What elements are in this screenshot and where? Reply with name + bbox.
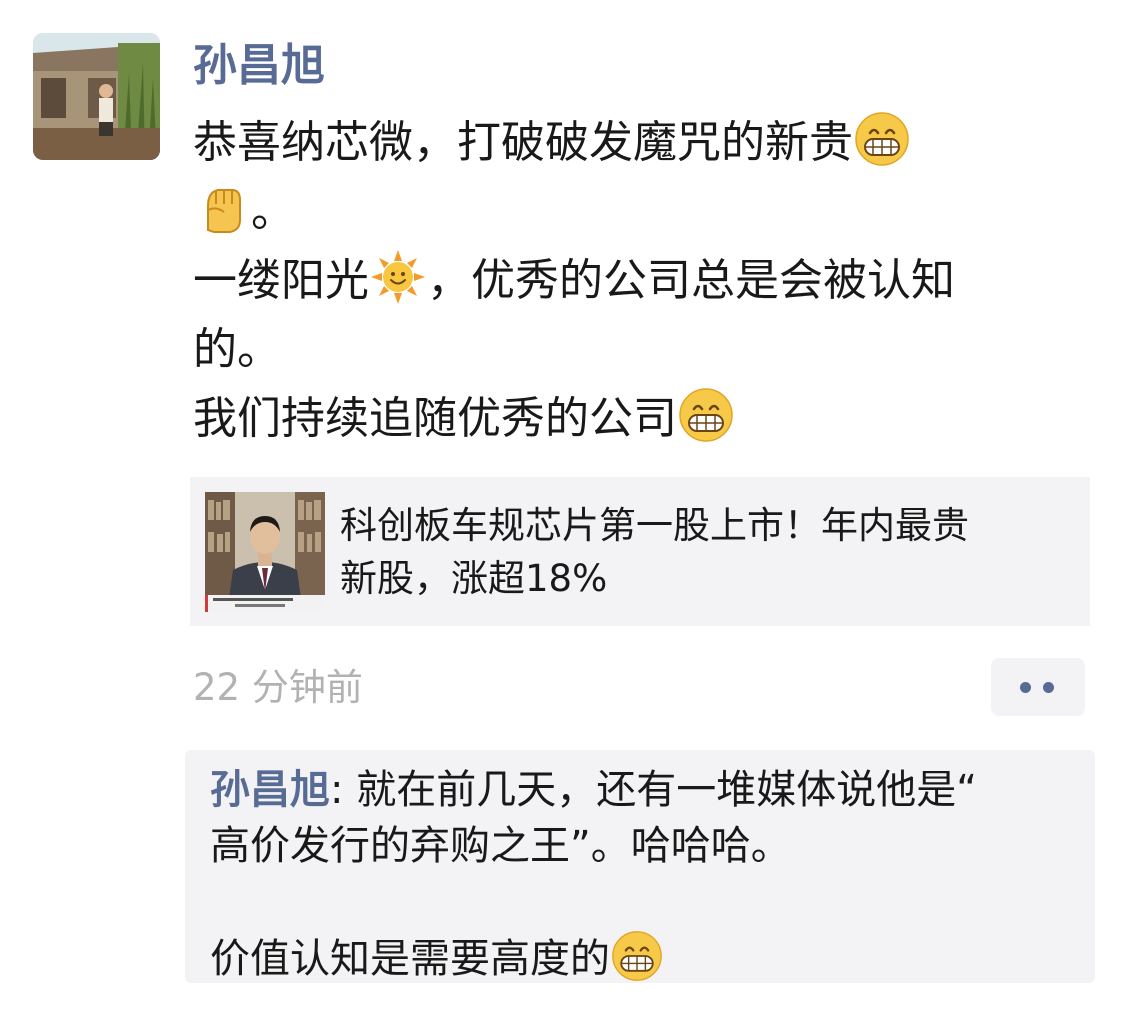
post-text-segment: 。 bbox=[251, 186, 295, 237]
comments-section: 孙昌旭: 就在前几天，还有一堆媒体说他是“ 高价发行的弃购之王”。哈哈哈。 价值… bbox=[185, 750, 1095, 983]
comment-line: 价值认知是需要高度的 bbox=[210, 930, 1080, 986]
grin-emoji bbox=[678, 387, 734, 443]
post-text-segment: 一缕阳光 bbox=[193, 255, 369, 306]
post-line: 一缕阳光 ，优秀的公司总是会被认知 bbox=[193, 246, 1093, 315]
avatar-photo bbox=[33, 33, 160, 160]
avatar[interactable] bbox=[33, 33, 160, 160]
comment-blank-line bbox=[210, 874, 1080, 930]
comment[interactable]: 孙昌旭: 就在前几天，还有一堆媒体说他是“ 高价发行的弃购之王”。哈哈哈。 价值… bbox=[210, 762, 1080, 986]
link-title: 科创板车规芯片第一股上市！年内最贵 新股，涨超18% bbox=[340, 499, 1075, 605]
shared-link-card[interactable]: 科创板车规芯片第一股上市！年内最贵 新股，涨超18% bbox=[190, 477, 1090, 626]
comment-line: 高价发行的弃购之王”。哈哈哈。 bbox=[210, 823, 791, 869]
post-line: 。 bbox=[193, 177, 1093, 246]
post-line: 恭喜纳芯微，打破破发魔咒的新贵 bbox=[193, 108, 1093, 177]
post-text-segment: ，优秀的公司总是会被认知 bbox=[427, 255, 955, 306]
post-text-segment: 恭喜纳芯微，打破破发魔咒的新贵 bbox=[193, 117, 853, 168]
sun-emoji bbox=[370, 249, 426, 305]
comment-author[interactable]: 孙昌旭 bbox=[210, 767, 330, 813]
comment-line: 孙昌旭: 就在前几天，还有一堆媒体说他是“ bbox=[210, 762, 1080, 818]
comment-text-segment: 价值认知是需要高度的 bbox=[210, 936, 610, 982]
post-text: 恭喜纳芯微，打破破发魔咒的新贵 。 一缕阳光 ，优秀的公司总是会被认知 的。 我… bbox=[193, 108, 1093, 453]
post-text-segment: 的。 bbox=[193, 324, 281, 375]
post-line: 的。 bbox=[193, 315, 1093, 384]
more-actions-button[interactable] bbox=[991, 658, 1085, 716]
link-title-line: 新股，涨超18% bbox=[340, 557, 608, 600]
link-thumbnail bbox=[205, 492, 325, 612]
fist-emoji bbox=[194, 180, 250, 236]
post-timestamp: 22 分钟前 bbox=[193, 666, 363, 709]
comment-separator: : bbox=[330, 767, 357, 813]
more-dots-icon bbox=[1020, 682, 1031, 693]
more-dots-icon bbox=[1043, 682, 1054, 693]
grin-emoji bbox=[611, 930, 663, 982]
comment-text-segment: 就在前几天，还有一堆媒体说他是“ bbox=[356, 767, 977, 813]
post-text-segment: 我们持续追随优秀的公司 bbox=[193, 393, 677, 444]
post-author-name[interactable]: 孙昌旭 bbox=[193, 36, 325, 96]
post-line: 我们持续追随优秀的公司 bbox=[193, 384, 1093, 453]
grin-emoji bbox=[854, 111, 910, 167]
link-title-line: 科创板车规芯片第一股上市！年内最贵 bbox=[340, 504, 969, 547]
